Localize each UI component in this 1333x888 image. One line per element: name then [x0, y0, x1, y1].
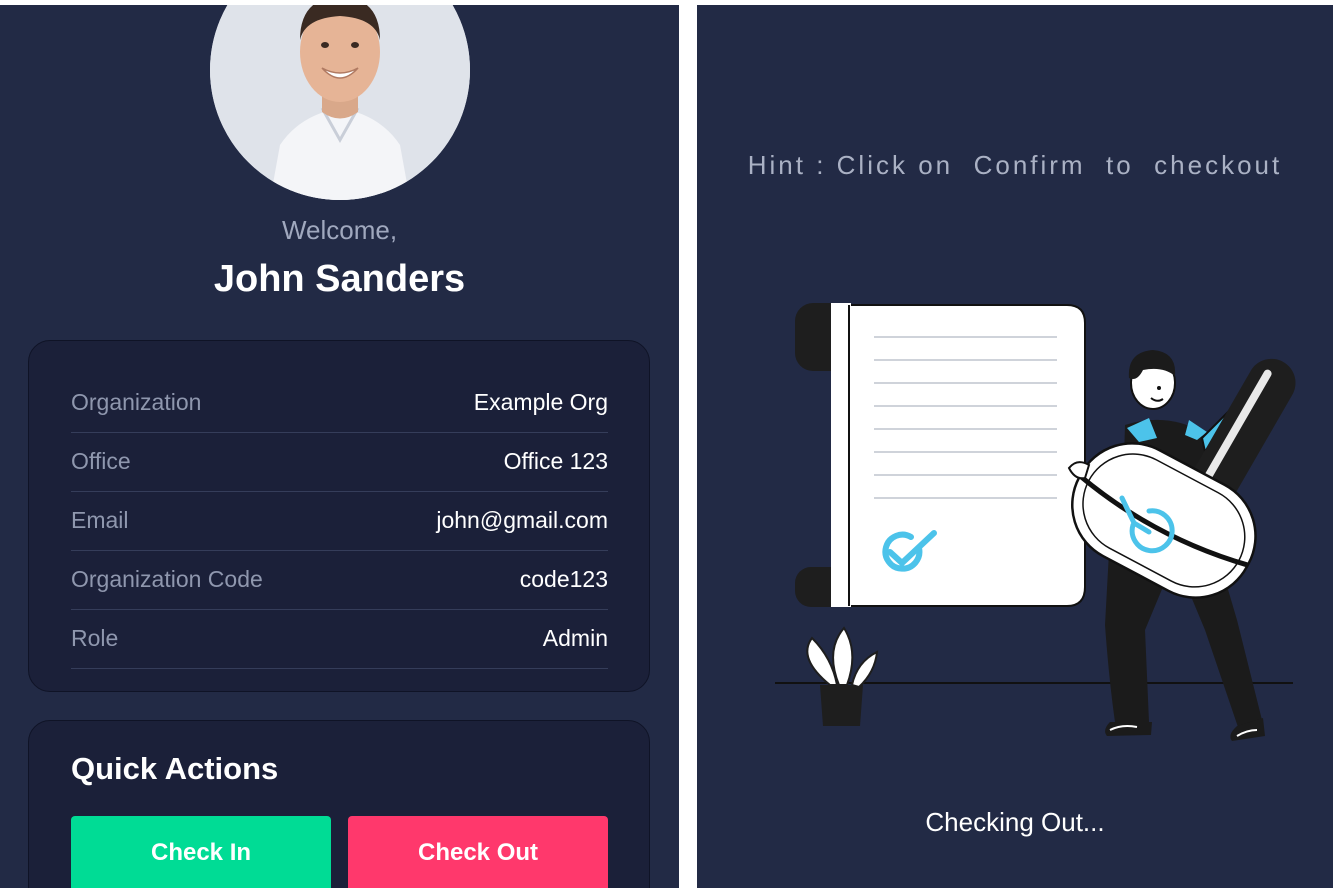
avatar — [210, 5, 470, 200]
detail-value: Office 123 — [503, 448, 608, 474]
user-name: John Sanders — [213, 258, 466, 300]
quick-actions-card: Quick Actions Check In Check Out — [28, 720, 650, 888]
welcome-text: Welcome, — [281, 215, 398, 245]
detail-label: Role — [71, 625, 119, 651]
detail-row-role: Role Admin — [71, 610, 608, 669]
detail-value: john@gmail.com — [436, 507, 608, 533]
checkout-illustration — [775, 303, 1296, 741]
detail-value: Admin — [542, 625, 608, 651]
check-out-button[interactable]: Check Out — [348, 816, 608, 888]
detail-row-organization: Organization Example Org — [71, 374, 608, 433]
plant-icon — [806, 626, 879, 726]
check-in-button[interactable]: Check In — [71, 816, 331, 888]
detail-label: Office — [71, 448, 131, 474]
detail-row-organization-code: Organization Code code123 — [71, 551, 608, 610]
checkout-status-text: Checking Out... — [925, 807, 1105, 837]
detail-label: Organization Code — [71, 566, 263, 592]
checkout-screen: Hint : Click on Confirm to checkout Chec… — [697, 5, 1333, 888]
profile-screen: Welcome, John Sanders Organization Examp… — [0, 5, 679, 888]
detail-value: Example Org — [473, 389, 608, 415]
detail-label: Email — [71, 507, 129, 533]
avatar-photo — [210, 5, 470, 200]
quick-actions-title: Quick Actions — [71, 751, 279, 786]
profile-details-card: Organization Example Org Office Office 1… — [28, 340, 650, 692]
detail-label: Organization — [71, 389, 202, 415]
detail-row-email: Email john@gmail.com — [71, 492, 608, 551]
document-scroll — [795, 303, 1086, 607]
hint-text: Hint : Click on Confirm to checkout — [747, 150, 1283, 180]
detail-value: code123 — [519, 566, 608, 592]
detail-row-office: Office Office 123 — [71, 433, 608, 492]
